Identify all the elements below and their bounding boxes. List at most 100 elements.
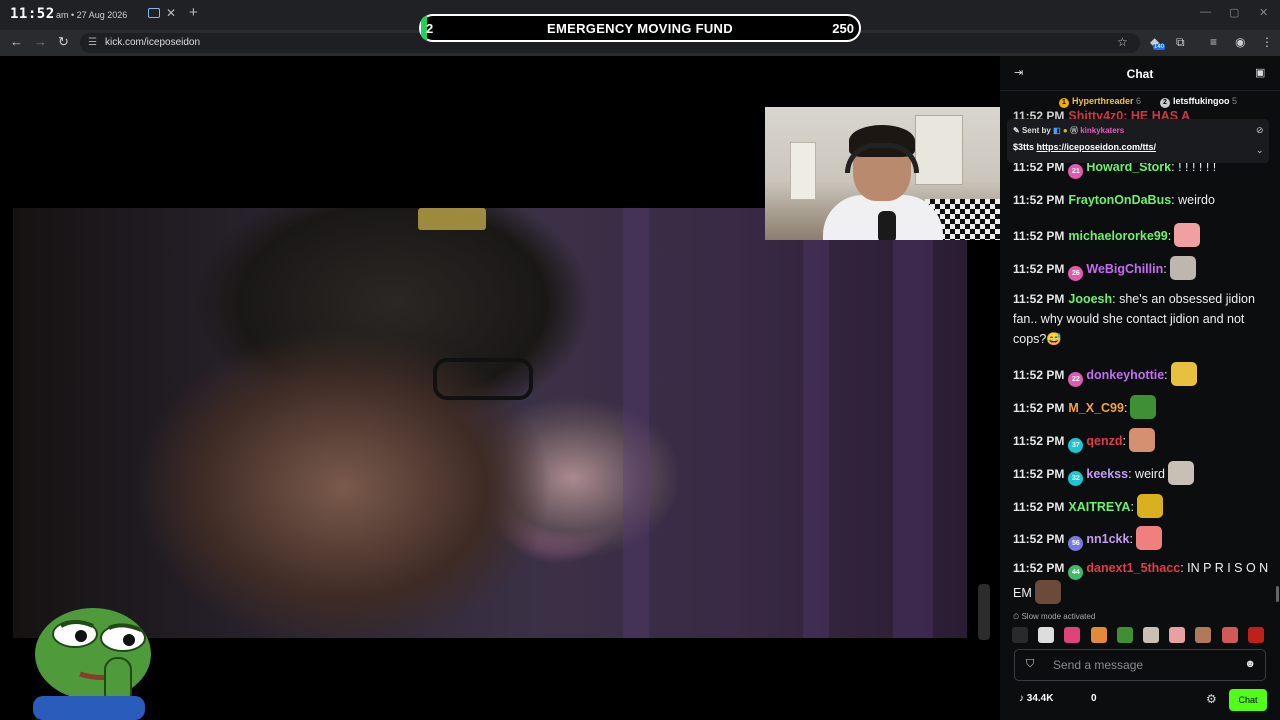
chat-message: 11:52 PM 37 qenzd: bbox=[1013, 428, 1273, 453]
sub-badge: 56 bbox=[1068, 536, 1084, 551]
chat-settings-icon[interactable]: ⚙ bbox=[1206, 692, 1217, 706]
chat-message: 11:52 PM 56 nn1ckk: bbox=[1013, 526, 1273, 551]
pinned-sender: ✎ Sent by ◧ ● Ⓦ kinkykaters bbox=[1013, 126, 1125, 135]
message-text: : weird bbox=[1128, 467, 1165, 481]
message-text: : bbox=[1123, 401, 1128, 415]
extension-badge: 140 bbox=[1153, 44, 1166, 50]
message-time: 11:52 PM bbox=[1013, 561, 1065, 575]
chat-emote bbox=[1169, 256, 1196, 280]
chat-scrollbar[interactable] bbox=[1276, 586, 1279, 602]
chat-message: 11:52 PM XAITREYA: bbox=[1013, 494, 1273, 518]
emote-7[interactable] bbox=[1169, 627, 1185, 643]
message-time: 11:52 PM bbox=[1013, 532, 1065, 546]
sub-badge: 32 bbox=[1068, 471, 1084, 486]
media-controls-icon[interactable]: ≡ bbox=[1210, 35, 1217, 49]
chat-message: 11:52 PM 44 danext1_5thacc: IN P R I S O N… bbox=[1013, 558, 1273, 604]
chat-panel: ⇥ Chat ▣ 1 Hyperthreader 6 2 letsffukingoo… bbox=[1000, 56, 1280, 720]
glasses-shape bbox=[433, 358, 533, 400]
reload-icon[interactable]: ↻ bbox=[58, 34, 69, 50]
emote-4[interactable] bbox=[1091, 627, 1107, 643]
emoji-picker-icon[interactable]: ☻ bbox=[1244, 658, 1256, 670]
sub-badge: 44 bbox=[1068, 565, 1084, 580]
chat-input[interactable]: ⛉ Send a message ☻ bbox=[1014, 649, 1266, 681]
close-window-icon[interactable]: ✕ bbox=[1259, 6, 1268, 19]
points-count: 0 bbox=[1091, 693, 1097, 704]
chat-message: 11:52 PM michaelororke99: bbox=[1013, 223, 1273, 247]
chat-emote bbox=[1136, 494, 1163, 518]
viewer-count: ♪ 34.4K bbox=[1019, 693, 1054, 704]
chat-message: 11:52 PM 26 WeBigChillin: bbox=[1013, 256, 1273, 281]
message-username[interactable]: nn1ckk bbox=[1086, 532, 1129, 546]
chat-title: Chat bbox=[1126, 67, 1154, 81]
back-icon[interactable]: ← bbox=[10, 34, 23, 49]
message-time: 11:52 PM bbox=[1013, 262, 1065, 276]
emote-10[interactable] bbox=[1248, 627, 1264, 643]
message-text: : bbox=[1122, 434, 1126, 448]
pepe-emote-overlay bbox=[33, 608, 151, 720]
chat-emote bbox=[1130, 395, 1157, 419]
message-time: 11:52 PM bbox=[1013, 434, 1065, 448]
send-chat-button[interactable]: Chat bbox=[1229, 689, 1267, 711]
emote-9[interactable] bbox=[1222, 627, 1238, 643]
pinned-message[interactable]: ✎ Sent by ◧ ● Ⓦ kinkykaters $3tts https:… bbox=[1007, 119, 1269, 163]
expand-pin-icon[interactable]: ⌄ bbox=[1256, 145, 1264, 156]
message-username[interactable]: michaelororke99 bbox=[1068, 229, 1167, 243]
message-username[interactable]: XAITREYA bbox=[1068, 500, 1130, 514]
minimize-icon[interactable]: — bbox=[1200, 6, 1211, 18]
chat-emote bbox=[1128, 428, 1155, 452]
donation-goal-bar: 2 EMERGENCY MOVING FUND 250 bbox=[419, 14, 861, 42]
profile-icon[interactable]: ◉ bbox=[1235, 35, 1245, 49]
message-time: 11:52 PM bbox=[1013, 292, 1065, 306]
message-time: 11:52 PM bbox=[1013, 467, 1065, 481]
gift-icon[interactable]: ▣ bbox=[1255, 66, 1265, 79]
chat-emote bbox=[1135, 526, 1162, 550]
menu-dots-icon[interactable]: ⋮ bbox=[1261, 35, 1273, 49]
message-text: : bbox=[1164, 368, 1168, 382]
video-frame bbox=[13, 208, 967, 638]
sub-badge: 22 bbox=[1068, 372, 1084, 387]
message-username[interactable]: danext1_5thacc bbox=[1086, 561, 1180, 575]
chat-message: 11:52 PM FraytonOnDaBus: weirdo bbox=[1013, 190, 1273, 210]
site-info-icon[interactable]: ☰ bbox=[88, 37, 97, 48]
message-time: 11:52 PM bbox=[1013, 193, 1065, 207]
message-username[interactable]: M_X_C99 bbox=[1068, 401, 1124, 415]
message-username[interactable]: FraytonOnDaBus bbox=[1068, 193, 1171, 207]
extensions-puzzle-icon[interactable]: ⧉ bbox=[1176, 35, 1185, 50]
emote-1[interactable] bbox=[1012, 627, 1028, 643]
shield-icon[interactable]: ⛉ bbox=[1026, 658, 1034, 671]
chat-emote bbox=[1034, 580, 1061, 604]
tab-close-icon[interactable]: ✕ bbox=[166, 6, 176, 20]
message-username[interactable]: WeBigChillin bbox=[1086, 262, 1163, 276]
video-player[interactable] bbox=[0, 56, 1000, 720]
emote-8[interactable] bbox=[1195, 627, 1211, 643]
message-username[interactable]: donkeyhottie bbox=[1086, 368, 1164, 382]
clock-date: am • 27 Aug 2026 bbox=[56, 10, 128, 20]
emote-6[interactable] bbox=[1143, 627, 1159, 643]
message-text: : bbox=[1130, 500, 1134, 514]
message-username[interactable]: Jooesh bbox=[1068, 292, 1112, 306]
goal-target: 250 bbox=[832, 21, 854, 36]
chat-message: 11:52 PM 22 donkeyhottie: bbox=[1013, 362, 1273, 387]
tab-media-icon[interactable] bbox=[148, 8, 160, 18]
message-time: 11:52 PM bbox=[1013, 368, 1065, 382]
new-tab-icon[interactable]: + bbox=[189, 4, 198, 21]
goal-title: EMERGENCY MOVING FUND bbox=[547, 21, 733, 36]
player-side-handle[interactable] bbox=[978, 584, 990, 640]
forward-icon[interactable]: → bbox=[34, 34, 47, 49]
unpin-icon[interactable]: ⊘ bbox=[1256, 125, 1264, 136]
bookmark-star-icon[interactable]: ☆ bbox=[1117, 35, 1128, 49]
emote-2[interactable] bbox=[1038, 627, 1054, 643]
message-text: : weirdo bbox=[1171, 193, 1215, 207]
emote-5[interactable] bbox=[1117, 627, 1133, 643]
maximize-icon[interactable]: ▢ bbox=[1229, 6, 1239, 19]
emote-3[interactable] bbox=[1064, 627, 1080, 643]
chat-message: 11:52 PM 32 keekss: weird bbox=[1013, 461, 1273, 486]
pinned-link[interactable]: https://iceposeidon.com/tts/ bbox=[1037, 142, 1157, 152]
message-time: 11:52 PM bbox=[1013, 229, 1065, 243]
message-username[interactable]: qenzd bbox=[1086, 434, 1122, 448]
message-username[interactable]: keekss bbox=[1086, 467, 1128, 481]
message-time: 11:52 PM bbox=[1013, 500, 1065, 514]
webcam-overlay bbox=[765, 107, 1000, 240]
message-time: 11:52 PM bbox=[1013, 401, 1065, 415]
chat-input-placeholder: Send a message bbox=[1053, 658, 1144, 672]
